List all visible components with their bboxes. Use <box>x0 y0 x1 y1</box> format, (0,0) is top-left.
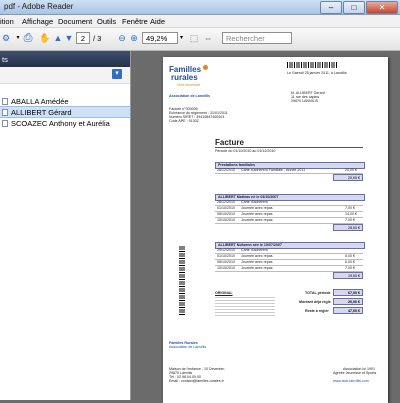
row-amount: 20,00 € <box>345 168 357 172</box>
footer-address: Email : contact@familles-rurales.fr <box>169 379 224 383</box>
window-title: pdf - Adobe Reader <box>4 2 74 11</box>
section-title: Prestations familiales <box>218 163 255 167</box>
menu-outils[interactable]: Outils <box>97 17 116 26</box>
row-amount: 14,00 € <box>345 212 357 216</box>
row-date: 01/10/2010 <box>217 254 235 258</box>
row-amount: 7,00 € <box>345 218 355 222</box>
row-date: 01/10/2010 <box>217 206 235 210</box>
title-bar: pdf - Adobe Reader – □ ✕ <box>0 0 400 15</box>
pdf-page: Familles rurales Vivre ensemble Associat… <box>163 57 388 403</box>
zoom-level-field[interactable]: 49,2% <box>142 32 178 44</box>
footer-url: www.club-lanvillis.com <box>333 379 369 383</box>
row-date: 15/10/2010 <box>217 218 235 222</box>
menu-fenetre[interactable]: Fenêtre <box>122 17 148 26</box>
vertical-barcode <box>179 245 185 315</box>
section-total: 19,00 € <box>333 272 363 279</box>
section-total: 20,00 € <box>333 174 363 181</box>
panel-header: ts <box>0 51 130 67</box>
total-label: TOTAL période <box>305 291 331 295</box>
zoom-in-icon[interactable]: ⊕ <box>128 32 140 44</box>
next-page-icon[interactable]: ▼ <box>63 32 75 44</box>
row-date: 08/10/2010 <box>217 212 235 216</box>
row-label: Journée avec repas <box>241 266 273 270</box>
due-label: Reste à régler <box>305 309 329 313</box>
attachments-panel: ts ▾ ABALLA Amédée ALLIBERT Gérard SCOAZ… <box>0 51 131 400</box>
ref-line: Code APE : 9130Z <box>169 119 199 123</box>
row-label: Journée avec repas <box>241 218 273 222</box>
attachment-label: SCOAZEC Anthony et Aurélia <box>11 119 110 128</box>
menu-bar: ition Affichage Document Outils Fenêtre … <box>0 15 400 28</box>
row-label: Carte d'adhérent <box>241 248 268 252</box>
row-label: Journée avec repas <box>241 212 273 216</box>
logo-tagline: Vivre ensemble <box>177 83 201 87</box>
association-name: Association de Lanvillis <box>169 94 210 98</box>
options-icon[interactable]: ▾ <box>112 69 122 79</box>
document-viewport[interactable]: Familles rurales Vivre ensemble Associat… <box>131 51 400 403</box>
page-number-input[interactable]: 2 <box>76 32 90 44</box>
row-amount: 6,00 € <box>345 254 355 258</box>
menu-affichage[interactable]: Affichage <box>22 17 53 26</box>
row-label: Journée avec repas <box>241 254 273 258</box>
row-date: 28/12/2010 <box>217 168 235 172</box>
row-label: Carte d'adhérent <box>241 200 268 204</box>
zoom-dropdown-icon[interactable]: ▾ <box>180 34 183 41</box>
due-value: 47,00 € <box>333 307 363 314</box>
hand-tool-icon[interactable]: ✋ <box>39 32 51 44</box>
invoice-title: Facture <box>215 138 244 147</box>
row-amount: 6,00 € <box>345 260 355 264</box>
fit-width-icon[interactable]: ⇔ <box>202 32 214 44</box>
attachment-item-selected[interactable]: ALLIBERT Gérard <box>0 106 130 118</box>
file-icon <box>2 109 8 116</box>
logo-line2: rurales <box>171 73 198 82</box>
attachment-item[interactable]: SCOAZEC Anthony et Aurélia <box>0 118 130 129</box>
payment-notes <box>215 297 275 317</box>
menu-document[interactable]: Document <box>58 17 92 26</box>
maximize-button[interactable]: □ <box>343 1 365 14</box>
original-label: ORIGINAL <box>215 291 233 295</box>
menu-edition[interactable]: ition <box>0 17 14 26</box>
row-date: 15/10/2010 <box>217 266 235 270</box>
settings-icon[interactable]: ⚙ <box>0 32 12 44</box>
date-line: Le Gaendi 25 janvier 2011, à Lanvillis <box>287 71 347 75</box>
file-icon <box>2 120 8 127</box>
row-date: 08/10/2010 <box>217 260 235 264</box>
invoice-period: Période du 01/10/2010 au 01/12/2010 <box>215 149 276 153</box>
logo-dot <box>203 65 208 70</box>
panel-toolbar: ▾ <box>0 67 130 84</box>
close-button[interactable]: ✕ <box>366 1 398 14</box>
row-date: 28/12/2010 <box>217 200 235 204</box>
row-label: Journée avec repas <box>241 260 273 264</box>
paid-label: Montant déjà réglé <box>299 300 331 304</box>
paid-value: 20,00 € <box>333 298 363 305</box>
row-label: Journée avec repas <box>241 206 273 210</box>
row-label: Carte d'adhérent Familiale - Année 2011 <box>241 168 306 172</box>
menu-aide[interactable]: Aide <box>150 17 165 26</box>
section-title: ALLIBERT Mathias né le 04/10/2007 <box>218 195 279 199</box>
recipient-city: 29870 LANNILIS <box>291 99 318 103</box>
barcode <box>287 62 337 68</box>
familles-rurales-logo: Familles rurales Vivre ensemble <box>169 65 213 93</box>
footer-assoc: Association de Lanvillis <box>169 345 207 349</box>
search-input[interactable]: Rechercher <box>222 32 292 44</box>
file-icon <box>2 98 8 105</box>
minimize-button[interactable]: – <box>320 1 342 14</box>
row-date: 29/12/2010 <box>217 248 235 252</box>
total-value: 67,00 € <box>333 289 363 296</box>
panel-header-label: ts <box>2 55 8 64</box>
print-icon[interactable]: ⎙ <box>22 32 34 44</box>
zoom-out-icon[interactable]: ⊖ <box>116 32 128 44</box>
page-total: / 3 <box>93 34 102 43</box>
fit-page-icon[interactable]: ⬚ <box>188 32 200 44</box>
title-rule <box>215 147 363 148</box>
section-title: ALLIBERT Nolwenn née le 10/07/2007 <box>218 243 282 247</box>
footer-legal: Agréée Jeunesse et Sports <box>333 371 377 375</box>
section-total: 28,00 € <box>333 224 363 231</box>
row-amount: 7,00 € <box>345 206 355 210</box>
row-amount: 7,00 € <box>345 266 355 270</box>
attachment-label: ALLIBERT Gérard <box>11 108 72 117</box>
toolbar: ⚙ ▾ ⎙ ✋ ▲ ▼ 2 / 3 ⊖ ⊕ 49,2% ▾ ⬚ ⇔ Recher… <box>0 28 400 51</box>
